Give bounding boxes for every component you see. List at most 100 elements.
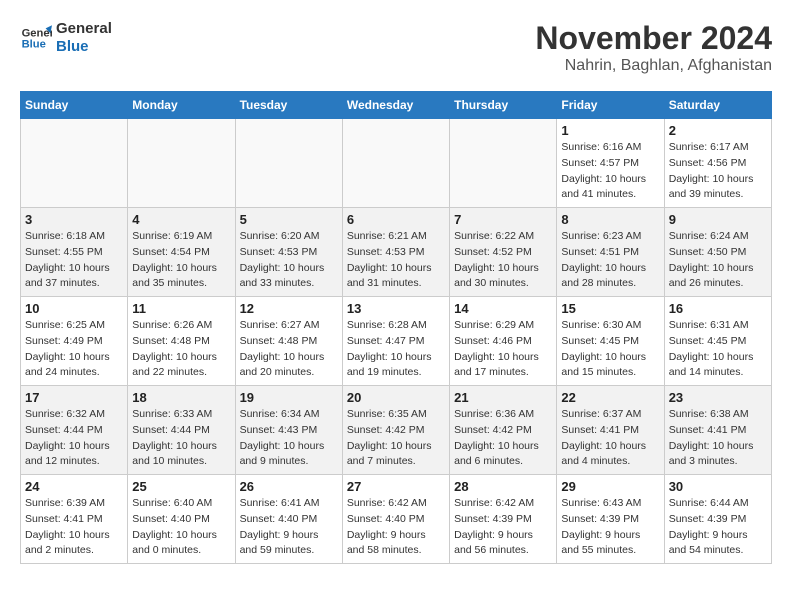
day-info: Sunrise: 6:24 AM Sunset: 4:50 PM Dayligh… bbox=[669, 229, 767, 292]
calendar-cell: 27 Sunrise: 6:42 AM Sunset: 4:40 PM Dayli… bbox=[342, 475, 449, 564]
calendar-cell: 1Sunrise: 6:16 AM Sunset: 4:57 PM Daylig… bbox=[557, 119, 664, 208]
day-info: Sunrise: 6:20 AM Sunset: 4:53 PM Dayligh… bbox=[240, 229, 338, 292]
header: General Blue General Blue November 2024 … bbox=[20, 20, 772, 75]
day-number: 3 bbox=[25, 212, 123, 227]
calendar-week-row: 1Sunrise: 6:16 AM Sunset: 4:57 PM Daylig… bbox=[21, 119, 772, 208]
weekday-header-row: SundayMondayTuesdayWednesdayThursdayFrid… bbox=[21, 92, 772, 119]
day-info: Sunrise: 6:39 AM Sunset: 4:41 PM Dayligh… bbox=[25, 496, 123, 559]
day-number: 14 bbox=[454, 301, 552, 316]
weekday-header-friday: Friday bbox=[557, 92, 664, 119]
calendar-cell bbox=[128, 119, 235, 208]
calendar-cell: 20 Sunrise: 6:35 AM Sunset: 4:42 PM Dayli… bbox=[342, 386, 449, 475]
calendar-cell: 30Sunrise: 6:44 AM Sunset: 4:39 PM Dayli… bbox=[664, 475, 771, 564]
calendar-cell: 14Sunrise: 6:29 AM Sunset: 4:46 PM Dayli… bbox=[450, 297, 557, 386]
calendar-cell: 10 Sunrise: 6:25 AM Sunset: 4:49 PM Dayli… bbox=[21, 297, 128, 386]
day-number: 13 bbox=[347, 301, 445, 316]
calendar-cell: 18 Sunrise: 6:33 AM Sunset: 4:44 PM Dayli… bbox=[128, 386, 235, 475]
day-number: 28 bbox=[454, 479, 552, 494]
calendar-cell: 15 Sunrise: 6:30 AM Sunset: 4:45 PM Dayli… bbox=[557, 297, 664, 386]
day-info: Sunrise: 6:42 AM Sunset: 4:40 PM Dayligh… bbox=[347, 496, 445, 559]
day-info: Sunrise: 6:37 AM Sunset: 4:41 PM Dayligh… bbox=[561, 407, 659, 470]
day-number: 15 bbox=[561, 301, 659, 316]
day-info: Sunrise: 6:42 AM Sunset: 4:39 PM Dayligh… bbox=[454, 496, 552, 559]
location-subtitle: Nahrin, Baghlan, Afghanistan bbox=[535, 57, 772, 75]
weekday-header-wednesday: Wednesday bbox=[342, 92, 449, 119]
day-info: Sunrise: 6:27 AM Sunset: 4:48 PM Dayligh… bbox=[240, 318, 338, 381]
calendar-cell bbox=[342, 119, 449, 208]
month-title: November 2024 bbox=[535, 20, 772, 57]
day-number: 19 bbox=[240, 390, 338, 405]
title-section: November 2024 Nahrin, Baghlan, Afghanist… bbox=[535, 20, 772, 75]
day-info: Sunrise: 6:35 AM Sunset: 4:42 PM Dayligh… bbox=[347, 407, 445, 470]
day-info: Sunrise: 6:17 AM Sunset: 4:56 PM Dayligh… bbox=[669, 140, 767, 203]
logo-line2: Blue bbox=[56, 38, 112, 56]
calendar-cell: 19 Sunrise: 6:34 AM Sunset: 4:43 PM Dayli… bbox=[235, 386, 342, 475]
day-info: Sunrise: 6:19 AM Sunset: 4:54 PM Dayligh… bbox=[132, 229, 230, 292]
day-number: 1 bbox=[561, 123, 659, 138]
day-info: Sunrise: 6:33 AM Sunset: 4:44 PM Dayligh… bbox=[132, 407, 230, 470]
day-number: 11 bbox=[132, 301, 230, 316]
calendar-cell bbox=[21, 119, 128, 208]
calendar-week-row: 24 Sunrise: 6:39 AM Sunset: 4:41 PM Dayli… bbox=[21, 475, 772, 564]
day-number: 27 bbox=[347, 479, 445, 494]
day-info: Sunrise: 6:28 AM Sunset: 4:47 PM Dayligh… bbox=[347, 318, 445, 381]
calendar-cell: 5 Sunrise: 6:20 AM Sunset: 4:53 PM Daylig… bbox=[235, 208, 342, 297]
calendar-cell: 6 Sunrise: 6:21 AM Sunset: 4:53 PM Daylig… bbox=[342, 208, 449, 297]
day-info: Sunrise: 6:22 AM Sunset: 4:52 PM Dayligh… bbox=[454, 229, 552, 292]
calendar-cell: 17 Sunrise: 6:32 AM Sunset: 4:44 PM Dayli… bbox=[21, 386, 128, 475]
day-number: 22 bbox=[561, 390, 659, 405]
day-number: 12 bbox=[240, 301, 338, 316]
weekday-header-monday: Monday bbox=[128, 92, 235, 119]
day-info: Sunrise: 6:25 AM Sunset: 4:49 PM Dayligh… bbox=[25, 318, 123, 381]
day-info: Sunrise: 6:21 AM Sunset: 4:53 PM Dayligh… bbox=[347, 229, 445, 292]
calendar-cell: 24 Sunrise: 6:39 AM Sunset: 4:41 PM Dayli… bbox=[21, 475, 128, 564]
weekday-header-thursday: Thursday bbox=[450, 92, 557, 119]
calendar-cell: 25Sunrise: 6:40 AM Sunset: 4:40 PM Dayli… bbox=[128, 475, 235, 564]
calendar-cell: 28 Sunrise: 6:42 AM Sunset: 4:39 PM Dayli… bbox=[450, 475, 557, 564]
day-info: Sunrise: 6:36 AM Sunset: 4:42 PM Dayligh… bbox=[454, 407, 552, 470]
day-number: 23 bbox=[669, 390, 767, 405]
calendar-cell bbox=[235, 119, 342, 208]
day-info: Sunrise: 6:18 AM Sunset: 4:55 PM Dayligh… bbox=[25, 229, 123, 292]
day-number: 17 bbox=[25, 390, 123, 405]
logo-icon: General Blue bbox=[20, 22, 52, 54]
calendar-cell: 12 Sunrise: 6:27 AM Sunset: 4:48 PM Dayli… bbox=[235, 297, 342, 386]
day-number: 26 bbox=[240, 479, 338, 494]
day-info: Sunrise: 6:43 AM Sunset: 4:39 PM Dayligh… bbox=[561, 496, 659, 559]
day-number: 2 bbox=[669, 123, 767, 138]
day-info: Sunrise: 6:32 AM Sunset: 4:44 PM Dayligh… bbox=[25, 407, 123, 470]
calendar-table: SundayMondayTuesdayWednesdayThursdayFrid… bbox=[20, 91, 772, 564]
day-info: Sunrise: 6:31 AM Sunset: 4:45 PM Dayligh… bbox=[669, 318, 767, 381]
logo: General Blue General Blue bbox=[20, 20, 112, 56]
day-number: 9 bbox=[669, 212, 767, 227]
day-number: 5 bbox=[240, 212, 338, 227]
weekday-header-sunday: Sunday bbox=[21, 92, 128, 119]
calendar-cell: 8 Sunrise: 6:23 AM Sunset: 4:51 PM Daylig… bbox=[557, 208, 664, 297]
calendar-cell: 11 Sunrise: 6:26 AM Sunset: 4:48 PM Dayli… bbox=[128, 297, 235, 386]
calendar-week-row: 3 Sunrise: 6:18 AM Sunset: 4:55 PM Daylig… bbox=[21, 208, 772, 297]
calendar-cell: 16 Sunrise: 6:31 AM Sunset: 4:45 PM Dayli… bbox=[664, 297, 771, 386]
day-info: Sunrise: 6:26 AM Sunset: 4:48 PM Dayligh… bbox=[132, 318, 230, 381]
day-number: 18 bbox=[132, 390, 230, 405]
calendar-cell: 23Sunrise: 6:38 AM Sunset: 4:41 PM Dayli… bbox=[664, 386, 771, 475]
day-number: 29 bbox=[561, 479, 659, 494]
day-number: 16 bbox=[669, 301, 767, 316]
calendar-cell: 29 Sunrise: 6:43 AM Sunset: 4:39 PM Dayli… bbox=[557, 475, 664, 564]
weekday-header-tuesday: Tuesday bbox=[235, 92, 342, 119]
day-info: Sunrise: 6:23 AM Sunset: 4:51 PM Dayligh… bbox=[561, 229, 659, 292]
calendar-cell: 4 Sunrise: 6:19 AM Sunset: 4:54 PM Daylig… bbox=[128, 208, 235, 297]
day-number: 4 bbox=[132, 212, 230, 227]
day-number: 20 bbox=[347, 390, 445, 405]
day-number: 10 bbox=[25, 301, 123, 316]
day-number: 24 bbox=[25, 479, 123, 494]
day-number: 21 bbox=[454, 390, 552, 405]
calendar-cell: 26Sunrise: 6:41 AM Sunset: 4:40 PM Dayli… bbox=[235, 475, 342, 564]
day-info: Sunrise: 6:30 AM Sunset: 4:45 PM Dayligh… bbox=[561, 318, 659, 381]
day-number: 7 bbox=[454, 212, 552, 227]
calendar-cell: 3 Sunrise: 6:18 AM Sunset: 4:55 PM Daylig… bbox=[21, 208, 128, 297]
calendar-cell bbox=[450, 119, 557, 208]
day-number: 6 bbox=[347, 212, 445, 227]
day-info: Sunrise: 6:40 AM Sunset: 4:40 PM Dayligh… bbox=[132, 496, 230, 559]
day-number: 8 bbox=[561, 212, 659, 227]
day-info: Sunrise: 6:34 AM Sunset: 4:43 PM Dayligh… bbox=[240, 407, 338, 470]
